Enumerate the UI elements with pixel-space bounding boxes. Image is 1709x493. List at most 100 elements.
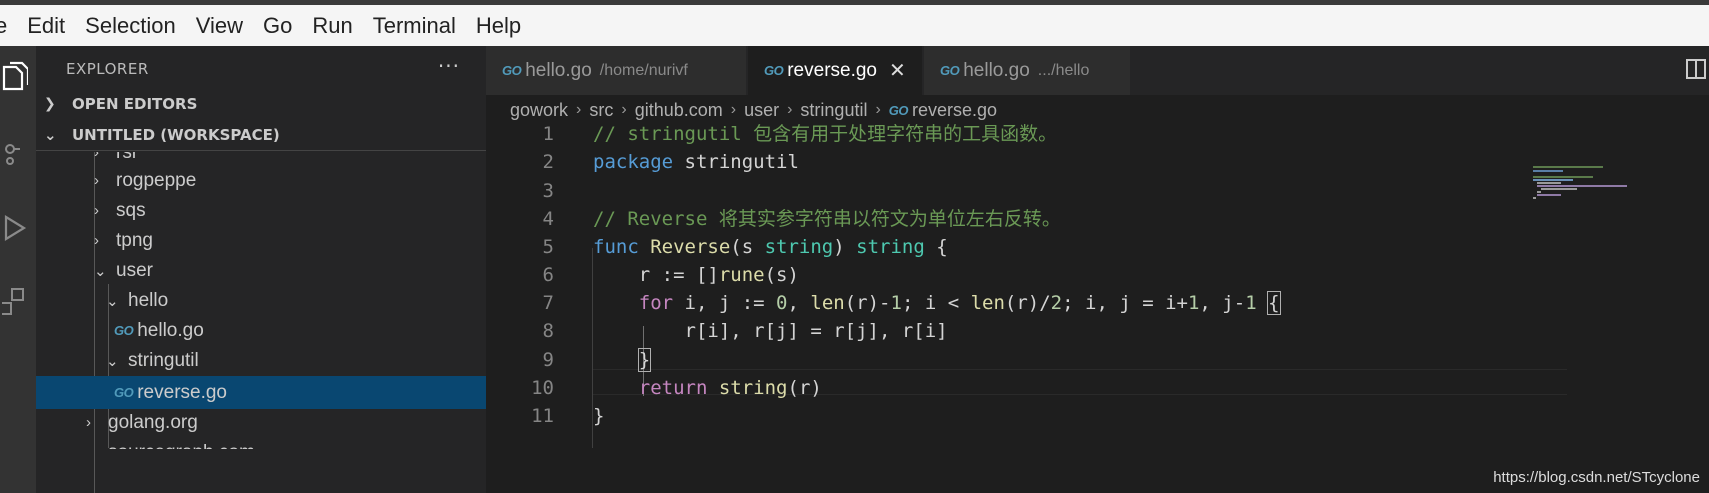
code-line: } <box>593 347 652 373</box>
run-debug-icon[interactable] <box>0 210 30 246</box>
menu-selection[interactable]: Selection <box>85 13 176 39</box>
code-token: len <box>810 292 845 314</box>
open-editors-section[interactable]: ❯ OPEN EDITORS <box>36 89 486 119</box>
menu-file[interactable]: e <box>0 13 7 39</box>
menu-view[interactable]: View <box>196 13 243 39</box>
line-number: 11 <box>531 405 554 427</box>
tree-item-label: golang.org <box>108 411 198 433</box>
code-token: (s) <box>764 264 799 286</box>
tab-label: hello.go <box>525 59 592 81</box>
tab-description: .../hello <box>1037 61 1090 79</box>
source-control-icon[interactable] <box>0 136 30 172</box>
code-token: ; i, j = i+ <box>1062 292 1188 314</box>
tab-bar: GO hello.go /home/nurivf GO reverse.go ✕… <box>486 46 1709 95</box>
breadcrumb-item[interactable]: stringutil <box>800 100 867 121</box>
code-token: ; i < <box>901 292 971 314</box>
tab-description: /home/nurivf <box>599 61 688 79</box>
workspace-section[interactable]: ⌄ UNTITLED (WORKSPACE) <box>36 120 486 151</box>
code-line: func Reverse(s string) string { <box>593 234 948 260</box>
tree-item-hello-folder[interactable]: ⌄ hello <box>36 284 486 317</box>
tree-item-rogpeppe[interactable]: › rogpeppe <box>36 164 486 197</box>
chevron-right-icon: ❯ <box>44 96 56 112</box>
code-token: 1 <box>1245 292 1257 314</box>
minimap[interactable] <box>1531 166 1631 206</box>
code-token: func <box>593 236 651 258</box>
line-number: 6 <box>542 264 554 286</box>
chevron-right-icon: › <box>730 101 737 118</box>
code-token: Reverse <box>650 236 731 258</box>
code-token: r := [] <box>593 264 719 286</box>
go-file-icon: GO <box>502 63 522 78</box>
code-token: } <box>637 348 652 372</box>
code-token: (s <box>730 236 765 258</box>
tree-item-label: rogpeppe <box>116 169 197 191</box>
menu-help[interactable]: Help <box>476 13 521 39</box>
code-token: { <box>1267 291 1281 315</box>
split-editor-icon[interactable] <box>1685 58 1709 82</box>
code-line: r := []rune(s) <box>593 262 799 288</box>
tree-item-user[interactable]: ⌄ user <box>36 254 486 287</box>
chevron-right-icon: › <box>86 414 91 431</box>
tree-item-reverse-go[interactable]: GO reverse.go <box>36 376 486 409</box>
menu-go[interactable]: Go <box>263 13 292 39</box>
explorer-icon[interactable] <box>0 58 30 94</box>
code-token: package <box>593 151 685 173</box>
chevron-right-icon: › <box>621 101 627 118</box>
tree-item-label: hello <box>128 289 169 311</box>
code-token: return <box>638 377 708 399</box>
breadcrumb-item[interactable]: github.com <box>635 100 723 121</box>
go-file-icon: GO <box>114 323 134 338</box>
chevron-down-icon: ⌄ <box>44 126 57 144</box>
code-token: string <box>856 236 925 258</box>
extensions-icon[interactable] <box>0 286 30 322</box>
tree-item-sourcegraph[interactable]: › sourcegraph.com <box>36 436 486 450</box>
chevron-right-icon: › <box>875 101 881 118</box>
breadcrumb-item[interactable]: src <box>589 100 613 121</box>
code-token: rune <box>718 264 765 286</box>
line-number: 3 <box>542 180 554 202</box>
tree-item-sqs[interactable]: › sqs <box>36 194 486 227</box>
tree-item-hello-go[interactable]: GO hello.go <box>36 314 486 347</box>
line-number: 9 <box>542 349 554 371</box>
breadcrumb-item[interactable]: gowork <box>510 100 568 121</box>
code-line: return string(r) <box>593 375 822 401</box>
tree-item-golang-org[interactable]: › golang.org <box>36 406 486 439</box>
tree-item-stringutil[interactable]: ⌄ stringutil <box>36 344 486 377</box>
more-actions-icon[interactable]: ··· <box>438 54 460 78</box>
code-token: ) <box>833 236 857 258</box>
code-token: r[i], r[j] = r[j], r[i] <box>593 320 948 342</box>
code-token: for <box>638 292 674 314</box>
code-token: string <box>764 236 834 258</box>
code-token: { <box>924 236 948 258</box>
menu-run[interactable]: Run <box>312 13 352 39</box>
tree-item-label: user <box>116 259 153 281</box>
menu-edit[interactable]: Edit <box>27 13 65 39</box>
line-number: 2 <box>542 151 554 173</box>
code-line: package stringutil <box>593 149 799 175</box>
chevron-right-icon: › <box>576 101 582 118</box>
tree-item-label: stringutil <box>128 349 199 371</box>
chevron-right-icon: › <box>94 202 99 219</box>
menu-terminal[interactable]: Terminal <box>373 13 456 39</box>
tab-reverse-go[interactable]: GO reverse.go ✕ <box>748 46 922 95</box>
chevron-down-icon: ⌄ <box>106 292 119 310</box>
breadcrumb-item[interactable]: user <box>744 100 779 121</box>
code-token: 1 <box>1187 292 1200 314</box>
breadcrumb-item[interactable]: reverse.go <box>912 100 997 121</box>
line-number: 8 <box>542 320 554 342</box>
code-line: for i, j := 0, len(r)-1; i < len(r)/2; i… <box>593 290 1281 316</box>
watermark: https://blog.csdn.net/STcyclone <box>1493 469 1700 486</box>
activity-bar <box>0 46 36 493</box>
code-token: (r)- <box>844 292 891 314</box>
chevron-down-icon: ⌄ <box>106 352 119 370</box>
tab-hello-go-home[interactable]: GO hello.go /home/nurivf <box>486 46 746 95</box>
tree-item-label: reverse.go <box>137 381 228 403</box>
tree-item-tpng[interactable]: › tpng <box>36 224 486 257</box>
code-token: stringutil <box>684 151 799 173</box>
tab-hello-go-relative[interactable]: GO hello.go .../hello <box>924 46 1130 95</box>
close-icon[interactable]: ✕ <box>889 58 906 83</box>
code-token: } <box>593 405 605 427</box>
